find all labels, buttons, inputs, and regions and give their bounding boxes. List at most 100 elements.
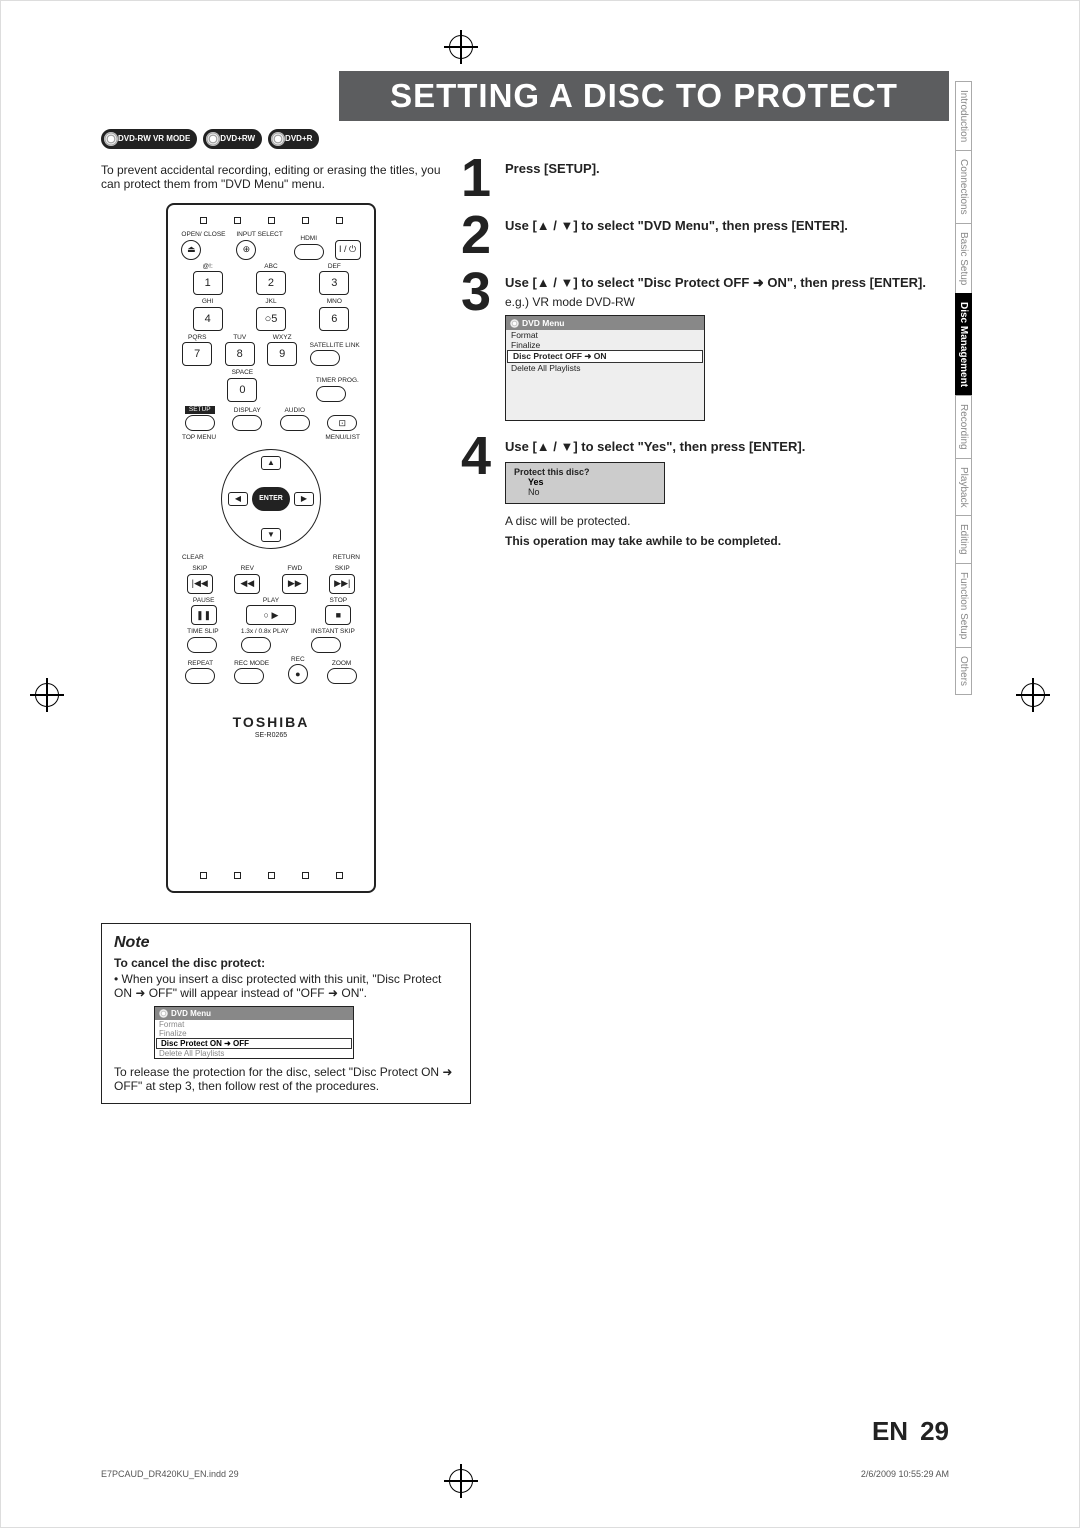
setup-button[interactable]: [185, 415, 215, 431]
step-text: Use [▲ / ▼] to select "Yes", then press …: [505, 439, 805, 454]
format-badge: DVD-RW VR MODE: [101, 129, 197, 149]
tab-playback[interactable]: Playback: [955, 458, 972, 517]
digit-4-button[interactable]: 4: [193, 307, 223, 331]
digit-1-button[interactable]: 1: [193, 271, 223, 295]
page-title: SETTING A DISC TO PROTECT: [339, 71, 949, 121]
subtitle-button[interactable]: ⊡: [327, 415, 357, 431]
digit-5-button[interactable]: ○5: [256, 307, 286, 331]
confirm-dialog: Protect this disc? Yes No: [505, 462, 665, 504]
rev-button[interactable]: ◀◀: [234, 574, 260, 594]
timer-label: TIMER PROG.: [316, 378, 359, 385]
note-osd-menu: DVD Menu Format Finalize Disc Protect ON…: [154, 1006, 354, 1059]
print-timestamp: 2/6/2009 10:55:29 AM: [861, 1469, 949, 1479]
play-button[interactable]: ○ ▶: [246, 605, 296, 625]
wxyz-label: WXYZ: [267, 335, 297, 342]
stop-button[interactable]: ■: [325, 605, 351, 625]
menulist-label: MENU/LIST: [325, 435, 360, 442]
skip-next-button[interactable]: ▶▶|: [329, 574, 355, 594]
confirm-question: Protect this disc?: [514, 467, 656, 477]
satlink-label: SATELLITE LINK: [310, 343, 360, 350]
brand-label: TOSHIBA: [176, 714, 366, 730]
recmode-label: REC MODE: [234, 661, 269, 668]
nav-right-button[interactable]: ▶: [294, 492, 314, 506]
list-item: Finalize: [506, 340, 704, 350]
note-menu-title: DVD Menu: [171, 1009, 211, 1018]
tab-basic-setup[interactable]: Basic Setup: [955, 223, 972, 294]
step-2: 2 Use [▲ / ▼] to select "DVD Menu", then…: [461, 214, 949, 257]
digit-2-button[interactable]: 2: [256, 271, 286, 295]
digit-8-button[interactable]: 8: [225, 342, 255, 366]
digit-0-button[interactable]: 0: [227, 378, 257, 402]
audio-button[interactable]: [280, 415, 310, 431]
timeslip-label: TIME SLIP: [187, 629, 218, 636]
list-item-selected: Disc Protect OFF ➜ ON: [507, 350, 703, 363]
digit-9-button[interactable]: 9: [267, 342, 297, 366]
fwd-label: FWD: [282, 566, 308, 573]
step-number: 3: [461, 271, 497, 421]
power-button[interactable]: I / ⏻: [335, 240, 361, 260]
timer-button[interactable]: [316, 386, 346, 402]
input-select-label: INPUT SELECT: [236, 232, 282, 239]
rev-label: REV: [234, 566, 260, 573]
registration-mark-icon: [35, 683, 59, 707]
tab-connections[interactable]: Connections: [955, 150, 972, 224]
nav-left-button[interactable]: ◀: [228, 492, 248, 506]
page-number: 29: [920, 1416, 949, 1447]
open-close-button[interactable]: ⏏: [181, 240, 201, 260]
jkl-label: JKL: [256, 299, 286, 306]
tab-editing[interactable]: Editing: [955, 515, 972, 564]
skip-prev-button[interactable]: |◀◀: [187, 574, 213, 594]
language-code: EN: [872, 1416, 908, 1447]
skip-next-label: SKIP: [329, 566, 355, 573]
remote-control: OPEN/ CLOSE⏏ INPUT SELECT⊕ HDMI I / ⏻ @!…: [166, 203, 376, 893]
slowplay-button[interactable]: [241, 637, 271, 653]
nav-down-button[interactable]: ▼: [261, 528, 281, 542]
timeslip-button[interactable]: [187, 637, 217, 653]
slowplay-label: 1.3x / 0.8x PLAY: [241, 629, 289, 636]
recmode-button[interactable]: [234, 668, 264, 684]
disc-icon: [510, 319, 519, 328]
step4-warning: This operation may take awhile to be com…: [505, 534, 949, 548]
input-select-button[interactable]: ⊕: [236, 240, 256, 260]
zoom-button[interactable]: [327, 668, 357, 684]
open-close-label: OPEN/ CLOSE: [181, 232, 225, 239]
nav-up-button[interactable]: ▲: [261, 456, 281, 470]
def-label: DEF: [319, 264, 349, 271]
satlink-button[interactable]: [310, 350, 340, 366]
note-line2: To release the protection for the disc, …: [114, 1065, 458, 1093]
instant-label: INSTANT SKIP: [311, 629, 355, 636]
tab-others[interactable]: Others: [955, 647, 972, 695]
repeat-label: REPEAT: [185, 661, 215, 668]
repeat-button[interactable]: [185, 668, 215, 684]
model-label: SE-R0265: [176, 732, 366, 739]
digit-3-button[interactable]: 3: [319, 271, 349, 295]
pause-button[interactable]: ❚❚: [191, 605, 217, 625]
tab-recording[interactable]: Recording: [955, 395, 972, 459]
print-file: E7PCAUD_DR420KU_EN.indd 29: [101, 1469, 239, 1479]
fwd-button[interactable]: ▶▶: [282, 574, 308, 594]
rec-button[interactable]: ●: [288, 664, 308, 684]
instant-button[interactable]: [311, 637, 341, 653]
tab-introduction[interactable]: Introduction: [955, 81, 972, 151]
space-label: SPACE: [227, 370, 257, 377]
display-label: DISPLAY: [232, 408, 262, 415]
digit-7-button[interactable]: 7: [182, 342, 212, 366]
tab-function-setup[interactable]: Function Setup: [955, 563, 972, 648]
step-text: Press [SETUP].: [505, 161, 600, 176]
display-button[interactable]: [232, 415, 262, 431]
return-label: RETURN: [333, 555, 360, 562]
step-text: Use [▲ / ▼] to select "DVD Menu", then p…: [505, 218, 848, 233]
format-badge: DVD+RW: [203, 129, 262, 149]
section-tabs: Introduction Connections Basic Setup Dis…: [955, 81, 977, 694]
disc-icon: [159, 1009, 168, 1018]
enter-button[interactable]: ENTER: [252, 487, 290, 511]
digit-6-button[interactable]: 6: [319, 307, 349, 331]
format-badges: DVD-RW VR MODE DVD+RW DVD+R: [101, 129, 949, 149]
example-label: e.g.) VR mode DVD-RW: [505, 295, 949, 309]
hdmi-button[interactable]: [294, 244, 324, 260]
note-box: Note To cancel the disc protect: • When …: [101, 923, 471, 1104]
zoom-label: ZOOM: [327, 661, 357, 668]
list-item: Delete All Playlists: [506, 363, 704, 373]
tab-disc-management[interactable]: Disc Management: [955, 293, 972, 396]
step4-after: A disc will be protected.: [505, 514, 949, 528]
